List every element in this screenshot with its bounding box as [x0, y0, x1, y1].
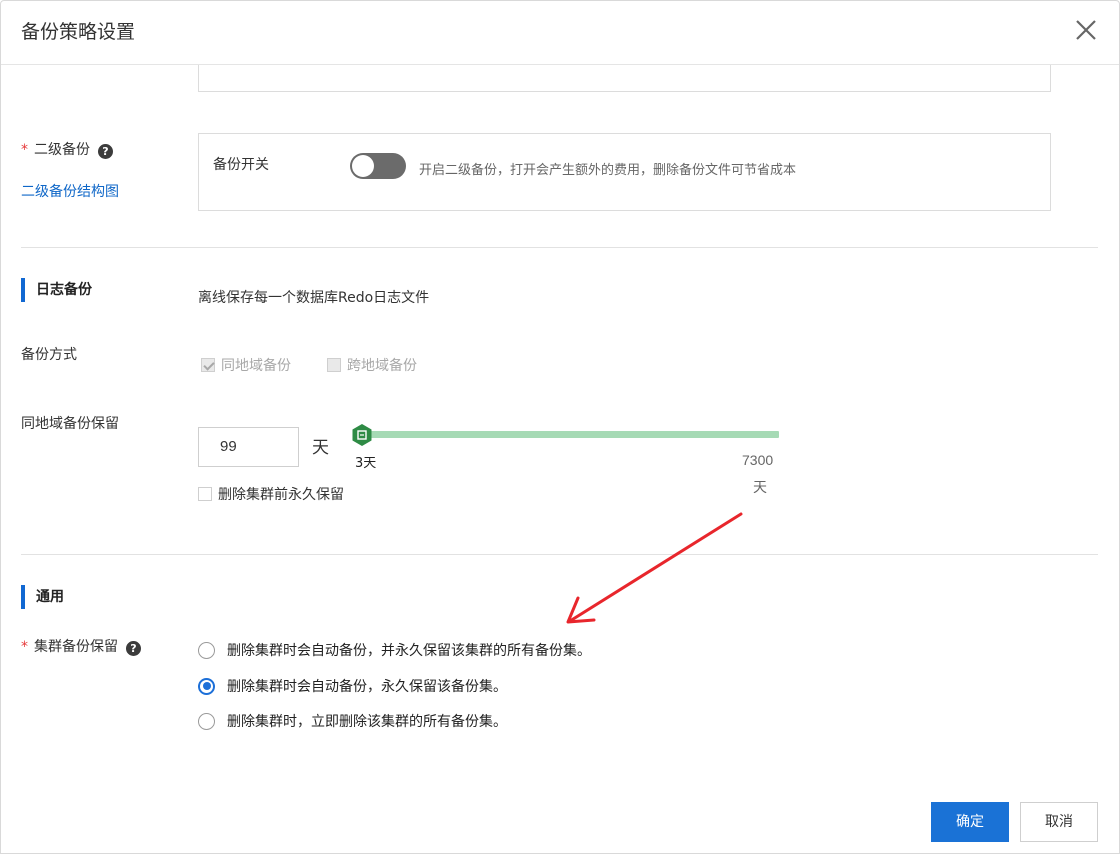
slider-min-label: 3天	[355, 456, 377, 471]
cancel-button[interactable]: 取消	[1020, 802, 1098, 842]
slider-max-label: 7300	[742, 452, 774, 468]
checkbox-label: 删除集群前永久保留	[218, 487, 344, 503]
retention-days-input[interactable]: 99	[198, 427, 299, 467]
checkbox-box	[201, 358, 215, 372]
required-marker: *	[21, 142, 28, 158]
slider-handle-icon[interactable]	[351, 424, 373, 446]
checkbox-box	[327, 358, 341, 372]
general-section-title: 通用	[21, 585, 64, 609]
radio-dot	[198, 641, 215, 659]
divider	[21, 554, 1098, 555]
retention-option-radio[interactable]: 删除集群时，立即删除该集群的所有备份集。	[198, 711, 507, 731]
radio-label: 删除集群时会自动备份，永久保留该备份集。	[227, 679, 507, 695]
checkbox-label: 跨地域备份	[347, 358, 417, 374]
previous-section-box	[198, 65, 1051, 92]
close-icon[interactable]	[1071, 15, 1101, 45]
confirm-button[interactable]: 确定	[931, 802, 1009, 842]
checkbox-box	[198, 487, 212, 501]
checkbox-label: 同地域备份	[221, 358, 291, 374]
slider-max-unit: 天	[753, 480, 767, 496]
divider	[21, 247, 1098, 248]
backup-switch-toggle[interactable]	[350, 153, 406, 179]
cluster-retention-label: * 集群备份保留?	[21, 636, 141, 656]
retention-slider-track[interactable]	[363, 431, 779, 438]
retention-unit: 天	[312, 438, 329, 458]
backup-method-label: 备份方式	[21, 347, 77, 363]
required-marker: *	[21, 639, 28, 655]
secondary-backup-box: 备份开关 开启二级备份，打开会产生额外的费用，删除备份文件可节省成本	[198, 133, 1051, 211]
dialog-header: 备份策略设置	[1, 1, 1119, 65]
log-backup-description: 离线保存每一个数据库Redo日志文件	[198, 290, 430, 306]
radio-dot	[198, 677, 215, 695]
backup-switch-description: 开启二级备份，打开会产生额外的费用，删除备份文件可节省成本	[419, 163, 797, 178]
keep-forever-checkbox[interactable]: 删除集群前永久保留	[198, 484, 344, 504]
same-region-backup-checkbox[interactable]: 同地域备份	[201, 355, 291, 375]
cluster-retention-label-text: 集群备份保留	[34, 639, 118, 655]
secondary-backup-diagram-link[interactable]: 二级备份结构图	[21, 181, 119, 201]
radio-label: 删除集群时会自动备份，并永久保留该集群的所有备份集。	[227, 643, 591, 659]
switch-knob	[352, 155, 374, 177]
help-icon[interactable]: ?	[126, 641, 141, 656]
same-region-retention-label: 同地域备份保留	[21, 416, 119, 432]
dialog-title: 备份策略设置	[21, 21, 136, 43]
backup-switch-label: 备份开关	[213, 157, 269, 173]
help-icon[interactable]: ?	[98, 144, 113, 159]
annotation-arrow-icon	[566, 512, 743, 624]
retention-option-radio[interactable]: 删除集群时会自动备份，并永久保留该集群的所有备份集。	[198, 640, 591, 660]
retention-option-radio[interactable]: 删除集群时会自动备份，永久保留该备份集。	[198, 676, 507, 696]
radio-dot	[198, 712, 215, 730]
radio-label: 删除集群时，立即删除该集群的所有备份集。	[227, 714, 507, 730]
secondary-backup-label-text: 二级备份	[34, 142, 90, 158]
cross-region-backup-checkbox[interactable]: 跨地域备份	[327, 355, 417, 375]
log-backup-section-title: 日志备份	[21, 278, 92, 302]
backup-policy-dialog: 备份策略设置 * 二级备份? 二级备份结构图 备份开关 开启二级备份，打开会产生额…	[0, 0, 1120, 854]
secondary-backup-label: * 二级备份?	[21, 139, 113, 159]
